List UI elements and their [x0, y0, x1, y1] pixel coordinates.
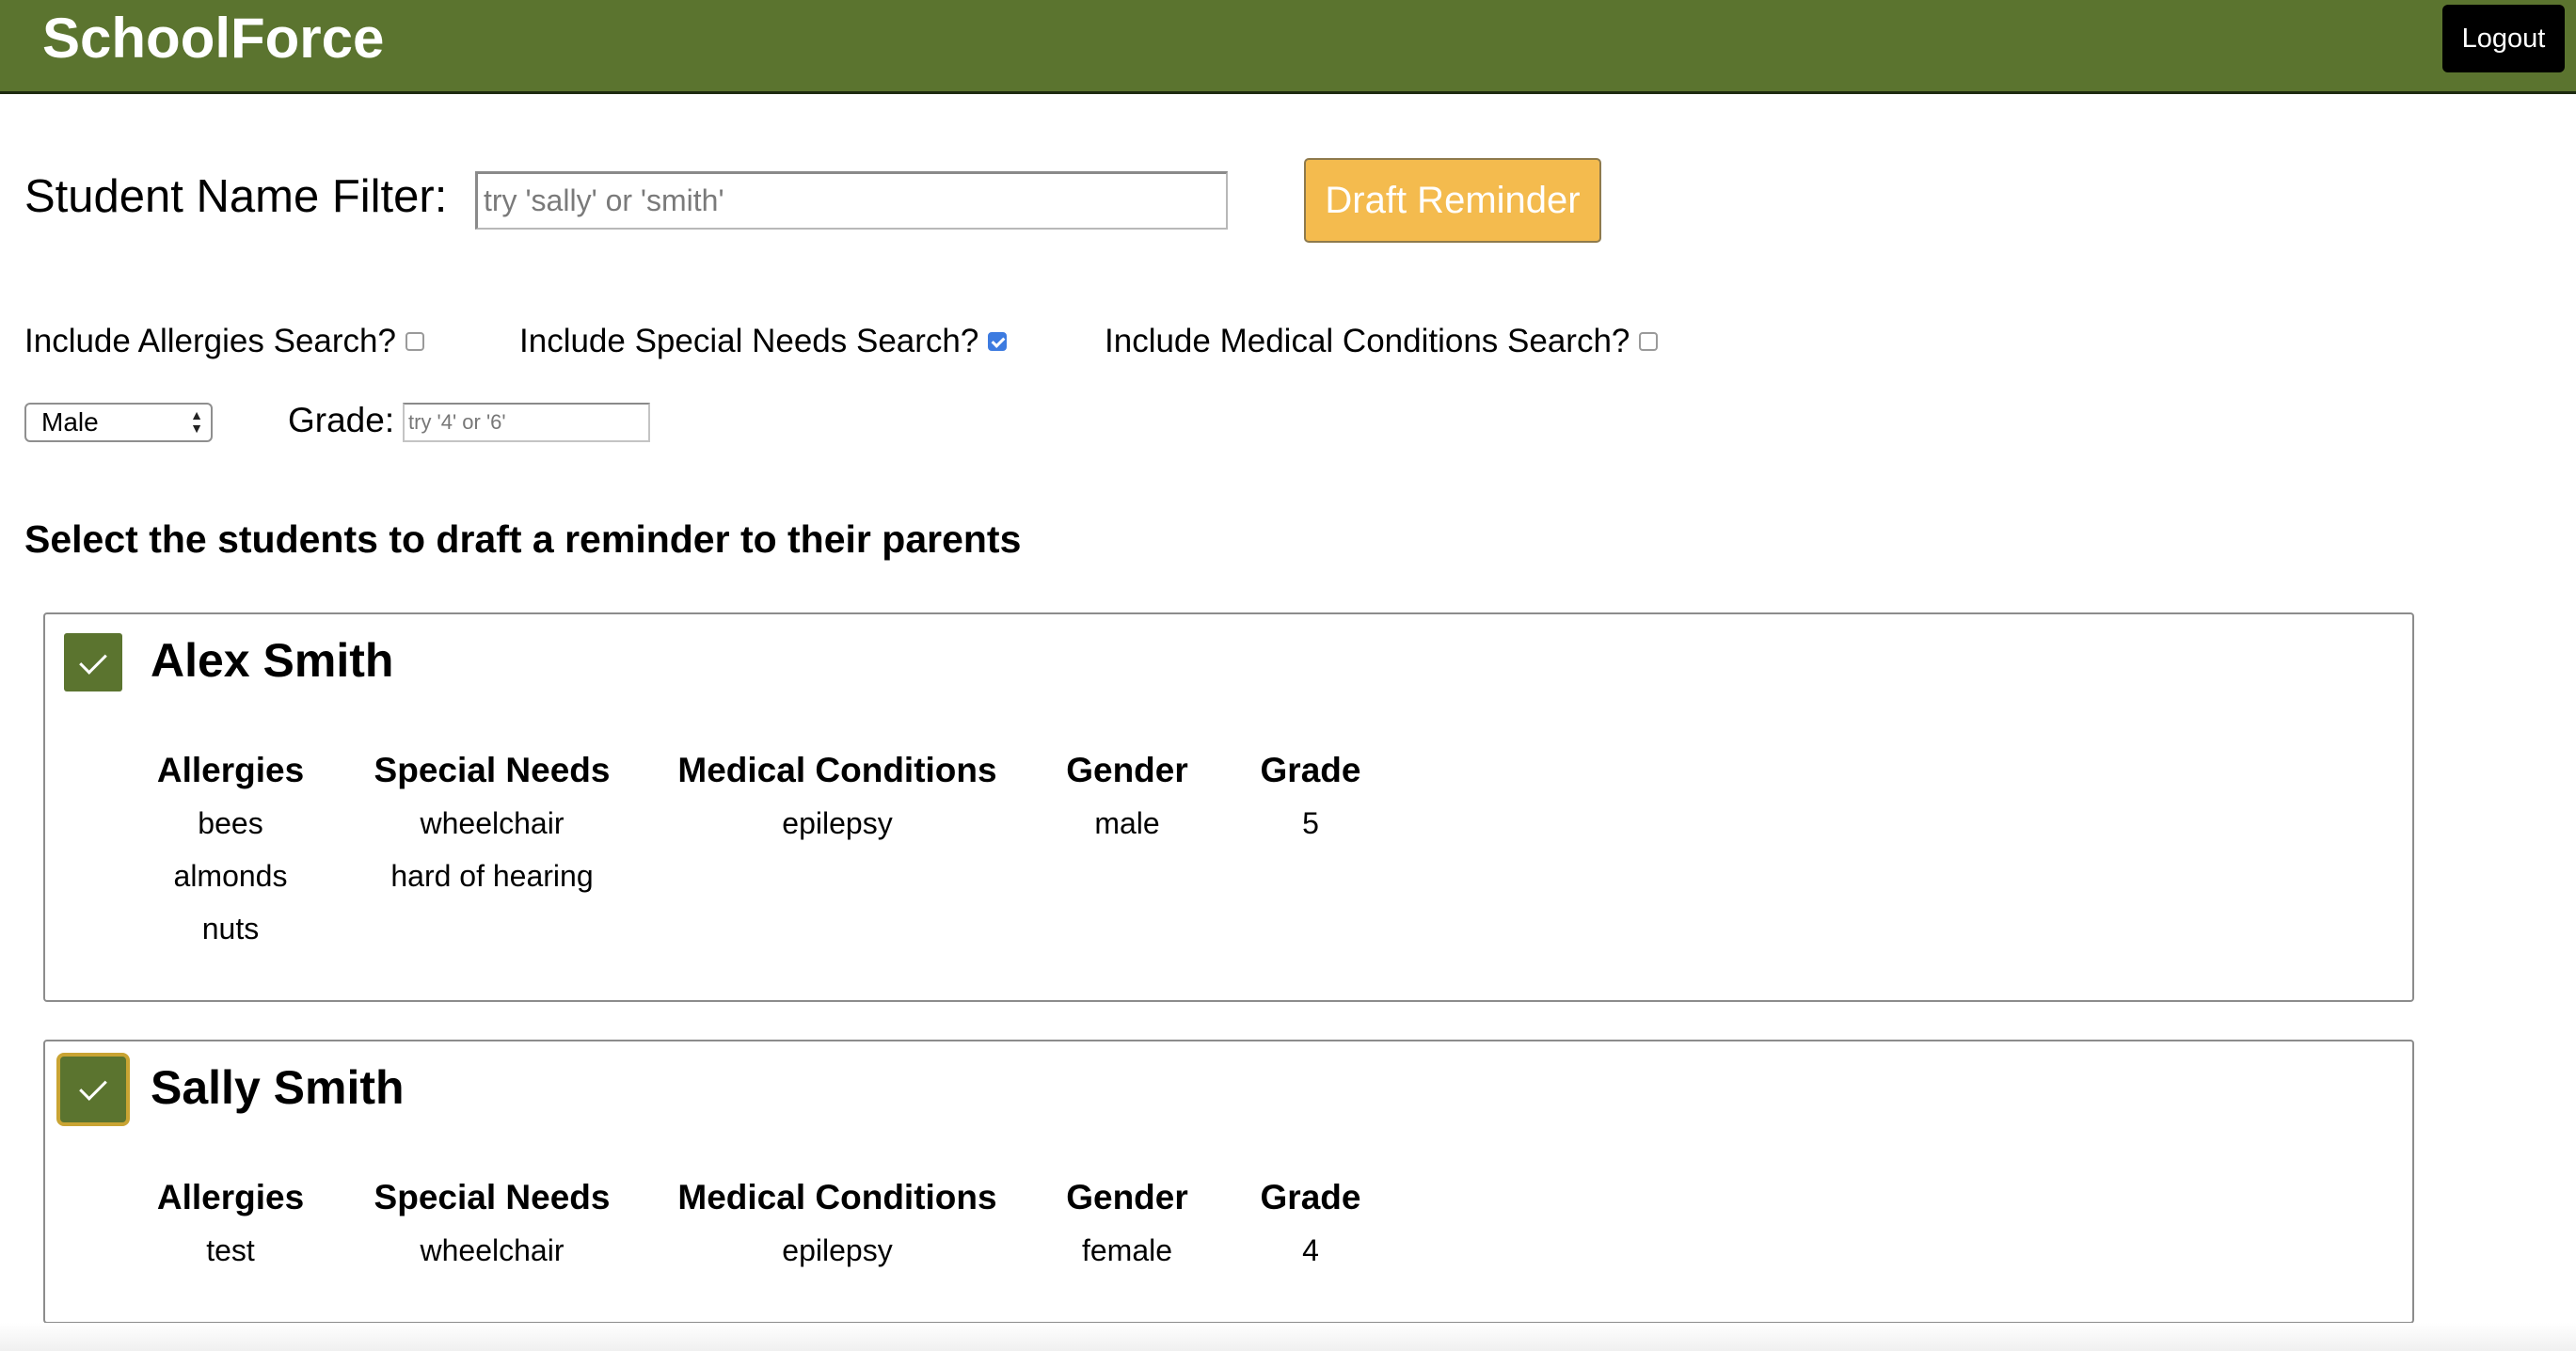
allergies-column: Allergies test	[157, 1171, 304, 1277]
checkmark-icon	[79, 645, 107, 675]
student-card: Alex Smith Allergies bees almonds nuts S…	[43, 612, 2414, 1002]
special-needs-search-option: Include Special Needs Search?	[519, 318, 1008, 365]
special-needs-search-label: Include Special Needs Search?	[519, 323, 979, 359]
allergies-column: Allergies bees almonds nuts	[157, 744, 304, 955]
gender-select-value: Male	[41, 407, 99, 437]
student-name-filter-input[interactable]	[475, 171, 1228, 230]
gender-header: Gender	[1066, 1178, 1188, 1216]
special-needs-column: Special Needs wheelchair	[374, 1171, 611, 1277]
allergies-search-checkbox[interactable]	[405, 331, 424, 351]
grade-filter-input[interactable]	[403, 403, 650, 442]
student-name-filter-label: Student Name Filter:	[24, 171, 448, 222]
special-needs-column: Special Needs wheelchair hard of hearing	[374, 744, 611, 902]
draft-reminder-button[interactable]: Draft Reminder	[1304, 158, 1601, 243]
allergies-header: Allergies	[156, 1178, 305, 1216]
gender-value: male	[1094, 806, 1160, 840]
gender-column: Gender male	[1066, 744, 1188, 850]
allergy-value: nuts	[201, 912, 260, 946]
allergies-search-option: Include Allergies Search?	[24, 318, 424, 365]
grade-value: 5	[1302, 806, 1319, 840]
special-needs-search-checkbox[interactable]	[988, 331, 1008, 351]
medical-conditions-header: Medical Conditions	[677, 1178, 997, 1216]
student-select-checkbox[interactable]	[56, 1053, 130, 1126]
student-card: Sally Smith Allergies test Special Needs…	[43, 1040, 2414, 1324]
checkmark-icon	[79, 1073, 107, 1102]
student-name: Alex Smith	[151, 634, 394, 687]
grade-filter-label: Grade:	[288, 401, 395, 439]
medical-condition-value: epilepsy	[782, 1233, 893, 1267]
logout-button[interactable]: Logout	[2442, 5, 2565, 72]
gender-select[interactable]: Male ▲ ▼	[24, 403, 213, 442]
page-bottom-edge	[0, 1323, 2576, 1351]
grade-column: Grade 4	[1261, 1171, 1361, 1277]
grade-header: Grade	[1260, 751, 1361, 789]
select-arrows-icon: ▲ ▼	[190, 407, 203, 436]
allergies-header: Allergies	[156, 751, 305, 789]
special-need-value: wheelchair	[420, 806, 564, 840]
grade-header: Grade	[1260, 1178, 1361, 1216]
medical-conditions-search-label: Include Medical Conditions Search?	[1105, 323, 1630, 359]
allergy-value: bees	[198, 806, 263, 840]
grade-column: Grade 5	[1261, 744, 1361, 850]
medical-conditions-column: Medical Conditions epilepsy	[677, 744, 996, 850]
student-select-checkbox[interactable]	[64, 633, 122, 691]
allergy-value: test	[206, 1233, 255, 1267]
gender-value: female	[1081, 1233, 1173, 1267]
allergy-value: almonds	[173, 859, 288, 893]
gender-header: Gender	[1066, 751, 1188, 789]
medical-conditions-column: Medical Conditions epilepsy	[677, 1171, 996, 1277]
special-needs-header: Special Needs	[374, 1178, 611, 1216]
medical-conditions-search-option: Include Medical Conditions Search?	[1105, 318, 1659, 365]
student-name: Sally Smith	[151, 1061, 405, 1114]
special-needs-header: Special Needs	[374, 751, 611, 789]
top-navbar: SchoolForce Logout	[0, 0, 2576, 94]
grade-value: 4	[1302, 1233, 1319, 1267]
allergies-search-label: Include Allergies Search?	[24, 323, 396, 359]
app-brand-logo[interactable]: SchoolForce	[42, 4, 384, 73]
medical-conditions-search-checkbox[interactable]	[1639, 331, 1659, 351]
medical-conditions-header: Medical Conditions	[677, 751, 997, 789]
special-need-value: wheelchair	[420, 1233, 564, 1267]
section-title: Select the students to draft a reminder …	[24, 517, 1022, 561]
medical-condition-value: epilepsy	[782, 806, 893, 840]
gender-column: Gender female	[1066, 1171, 1188, 1277]
special-need-value: hard of hearing	[390, 859, 594, 893]
